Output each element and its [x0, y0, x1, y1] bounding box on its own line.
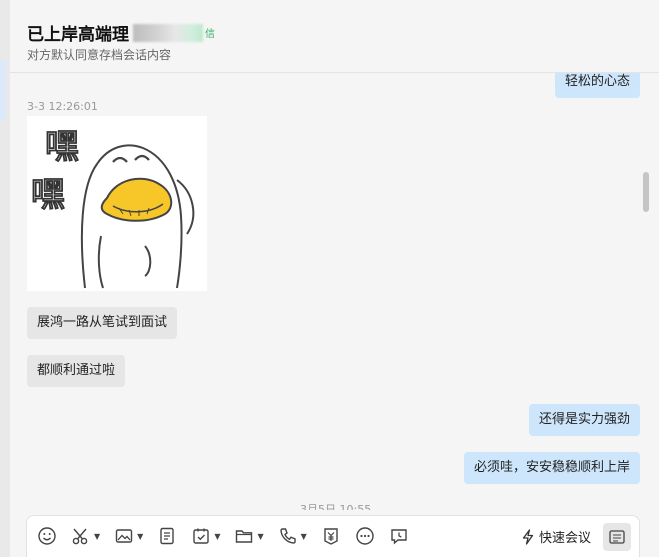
quick-meeting-label: 快速会议	[538, 531, 591, 546]
red-packet-icon	[324, 528, 338, 545]
message-bubble-outgoing[interactable]: 还得是实力强劲	[528, 404, 640, 436]
duck-sticker-image: 嘿 嘿	[27, 116, 207, 291]
scrollbar-thumb[interactable]	[643, 172, 649, 212]
blurred-title-suffix	[133, 23, 203, 42]
archive-notice: 对方默认同意存档会话内容	[27, 48, 172, 62]
quick-meeting-button[interactable]: 快速会议	[520, 527, 591, 546]
chevron-down-icon[interactable]: ▼	[257, 532, 263, 541]
duck-laughing-sticker[interactable]: 嘿 嘿	[27, 116, 207, 291]
message-bubble-outgoing[interactable]: 轻松的心态	[554, 73, 640, 98]
emoji-icon	[38, 527, 56, 545]
folder-icon	[236, 530, 253, 543]
panel-icon	[609, 530, 625, 544]
more-button[interactable]	[355, 526, 375, 546]
chevron-down-icon[interactable]: ▼	[137, 532, 143, 541]
emoji-button[interactable]	[37, 526, 57, 546]
schedule-icon	[193, 528, 210, 544]
message-timestamp: 3-3 12:26:01	[27, 100, 98, 113]
sidebar-edge	[0, 0, 10, 557]
message-icon	[391, 529, 407, 545]
chat-tag: 信	[205, 29, 215, 40]
sticker-lettering: 嘿	[31, 175, 65, 215]
image-button[interactable]: ▼	[114, 526, 143, 546]
chevron-down-icon[interactable]: ▼	[94, 532, 100, 541]
selected-indicator	[0, 60, 6, 120]
message-bubble-outgoing[interactable]: 必须哇，安安稳稳顺利上岸	[463, 452, 640, 484]
phone-icon	[279, 528, 296, 544]
toolbar-icons: ▼ ▼ ▼ ▼ ▼	[37, 526, 423, 546]
scissors-icon	[72, 528, 88, 545]
message-list[interactable]: 轻松的心态 3-3 12:26:01 嘿 嘿 展鸿一路从笔试到面试 都顺利通过啦…	[10, 73, 659, 510]
red-packet-button[interactable]	[321, 526, 341, 546]
document-button[interactable]	[157, 526, 177, 546]
screenshot-button[interactable]: ▼	[71, 526, 100, 546]
folder-button[interactable]: ▼	[234, 526, 264, 546]
chevron-down-icon[interactable]: ▼	[301, 532, 307, 541]
more-icon	[356, 527, 374, 545]
image-icon	[115, 529, 133, 543]
message-bubble-incoming[interactable]: 都顺利通过啦	[27, 355, 126, 387]
chat-header: 已上岸高端理 信 对方默认同意存档会话内容	[10, 0, 659, 73]
composer-toolbar: ▼ ▼ ▼ ▼ ▼ 快速会议	[26, 515, 640, 557]
document-icon	[160, 527, 175, 545]
message-bubble-incoming[interactable]: 展鸿一路从笔试到面试	[27, 307, 178, 339]
sticker-lettering: 嘿	[45, 127, 79, 167]
chevron-down-icon[interactable]: ▼	[214, 532, 220, 541]
call-button[interactable]: ▼	[278, 526, 307, 546]
message-timestamp: 3月5日 10:55	[300, 503, 372, 510]
chat-title-row: 已上岸高端理 信	[27, 20, 215, 45]
side-panel-toggle[interactable]	[603, 523, 631, 551]
chat-title: 已上岸高端理	[27, 25, 129, 45]
schedule-button[interactable]: ▼	[191, 526, 220, 546]
lightning-icon	[522, 528, 534, 545]
message-button[interactable]	[389, 526, 409, 546]
